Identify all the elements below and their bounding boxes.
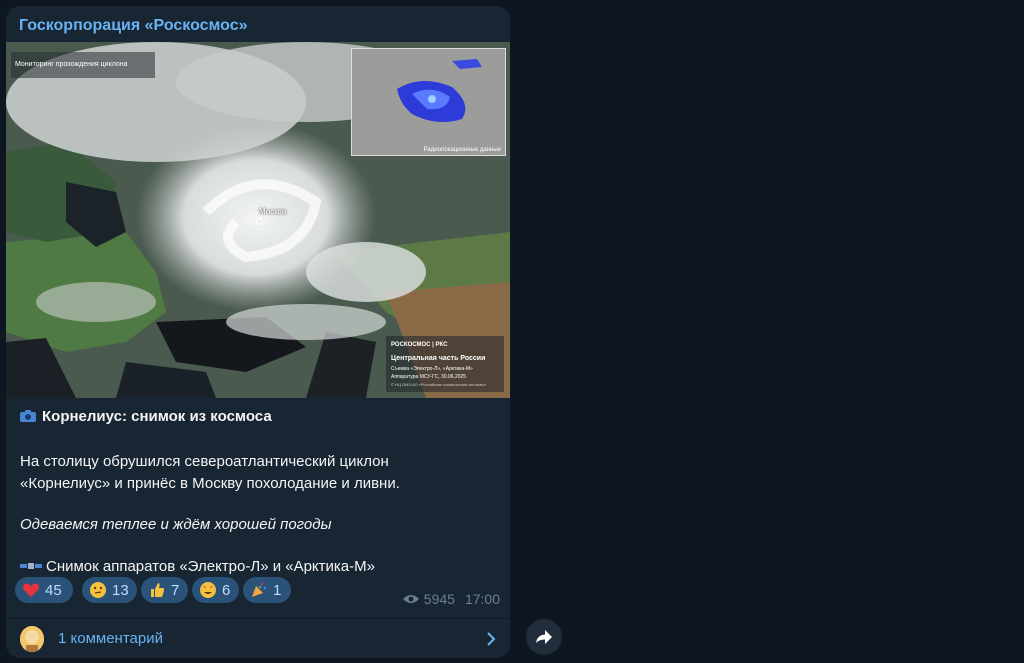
reaction-count: 13 — [112, 581, 129, 599]
reaction-count: 45 — [45, 581, 62, 599]
reaction-count: 7 — [171, 581, 180, 599]
post-italic-line: Одеваемся теплее и ждём хорошей погоды — [20, 516, 332, 533]
party-popper-icon — [252, 582, 267, 597]
reaction-thumbs-up[interactable]: 7 — [141, 577, 188, 603]
reaction-star-struck[interactable]: 6 — [192, 577, 239, 603]
heart-icon — [23, 583, 39, 597]
channel-post: Госкорпорация «Роскосмос» Мониторинг про… — [6, 6, 510, 658]
credit-line-1: Съемка «Электро-Л», «Арктика-М» — [391, 366, 473, 372]
credit-line-3: © НЦ ОМЗ АО «Российские космические сист… — [391, 382, 487, 387]
camera-icon — [20, 410, 36, 422]
comments-button[interactable]: 1 комментарий — [6, 618, 510, 658]
comments-label: 1 комментарий — [58, 630, 163, 647]
satellite-icon — [20, 563, 42, 569]
photo-label: Мониторинг прохождения циклона — [11, 52, 155, 78]
view-count: 5945 — [423, 591, 455, 607]
inset-caption: Радиолокационные данные — [423, 147, 501, 153]
post-meta: 5945 17:00 — [402, 591, 500, 607]
commenter-avatar — [20, 626, 44, 652]
reaction-heart[interactable]: 45 — [15, 577, 73, 603]
post-source-line: Снимок аппаратов «Электро-Л» и «Арктика-… — [20, 556, 375, 578]
credit-title: Центральная часть России — [391, 355, 486, 362]
channel-name[interactable]: Госкорпорация «Роскосмос» — [19, 17, 248, 35]
credit-line-2: Аппаратура МСУ-ГС, 30.06.2025 — [391, 374, 467, 380]
post-body-line-1: На столицу обрушился североатлантический… — [20, 453, 389, 470]
post-title: Корнелиус: снимок из космоса — [42, 408, 272, 425]
thinking-face-icon — [90, 582, 106, 598]
share-button[interactable] — [526, 619, 562, 655]
post-photo[interactable]: Мониторинг прохождения циклона Радиолока… — [6, 42, 510, 398]
reaction-count: 1 — [273, 581, 282, 599]
star-struck-icon — [200, 582, 216, 598]
post-time: 17:00 — [464, 591, 500, 607]
city-marker — [256, 218, 263, 225]
photo-credit: РОСКОСМОС | РКС Центральная часть России… — [386, 336, 504, 392]
reaction-count: 6 — [222, 581, 231, 599]
post-source: Снимок аппаратов «Электро-Л» и «Арктика-… — [46, 558, 375, 575]
post-body-line-2: «Корнелиус» и принёс в Москву похолодани… — [20, 475, 400, 492]
reaction-party[interactable]: 1 — [243, 577, 291, 603]
city-label: Москва — [259, 207, 287, 216]
post-title-line: Корнелиус: снимок из космоса — [20, 406, 272, 428]
reaction-thinking[interactable]: 13 — [82, 577, 137, 603]
eye-icon — [402, 595, 419, 603]
chevron-right-icon — [487, 632, 496, 646]
share-arrow-icon — [536, 630, 552, 644]
radar-inset: Радиолокационные данные — [351, 48, 506, 156]
brand-logo: РОСКОСМОС | РКС — [391, 342, 448, 348]
thumbs-up-icon — [151, 583, 165, 597]
